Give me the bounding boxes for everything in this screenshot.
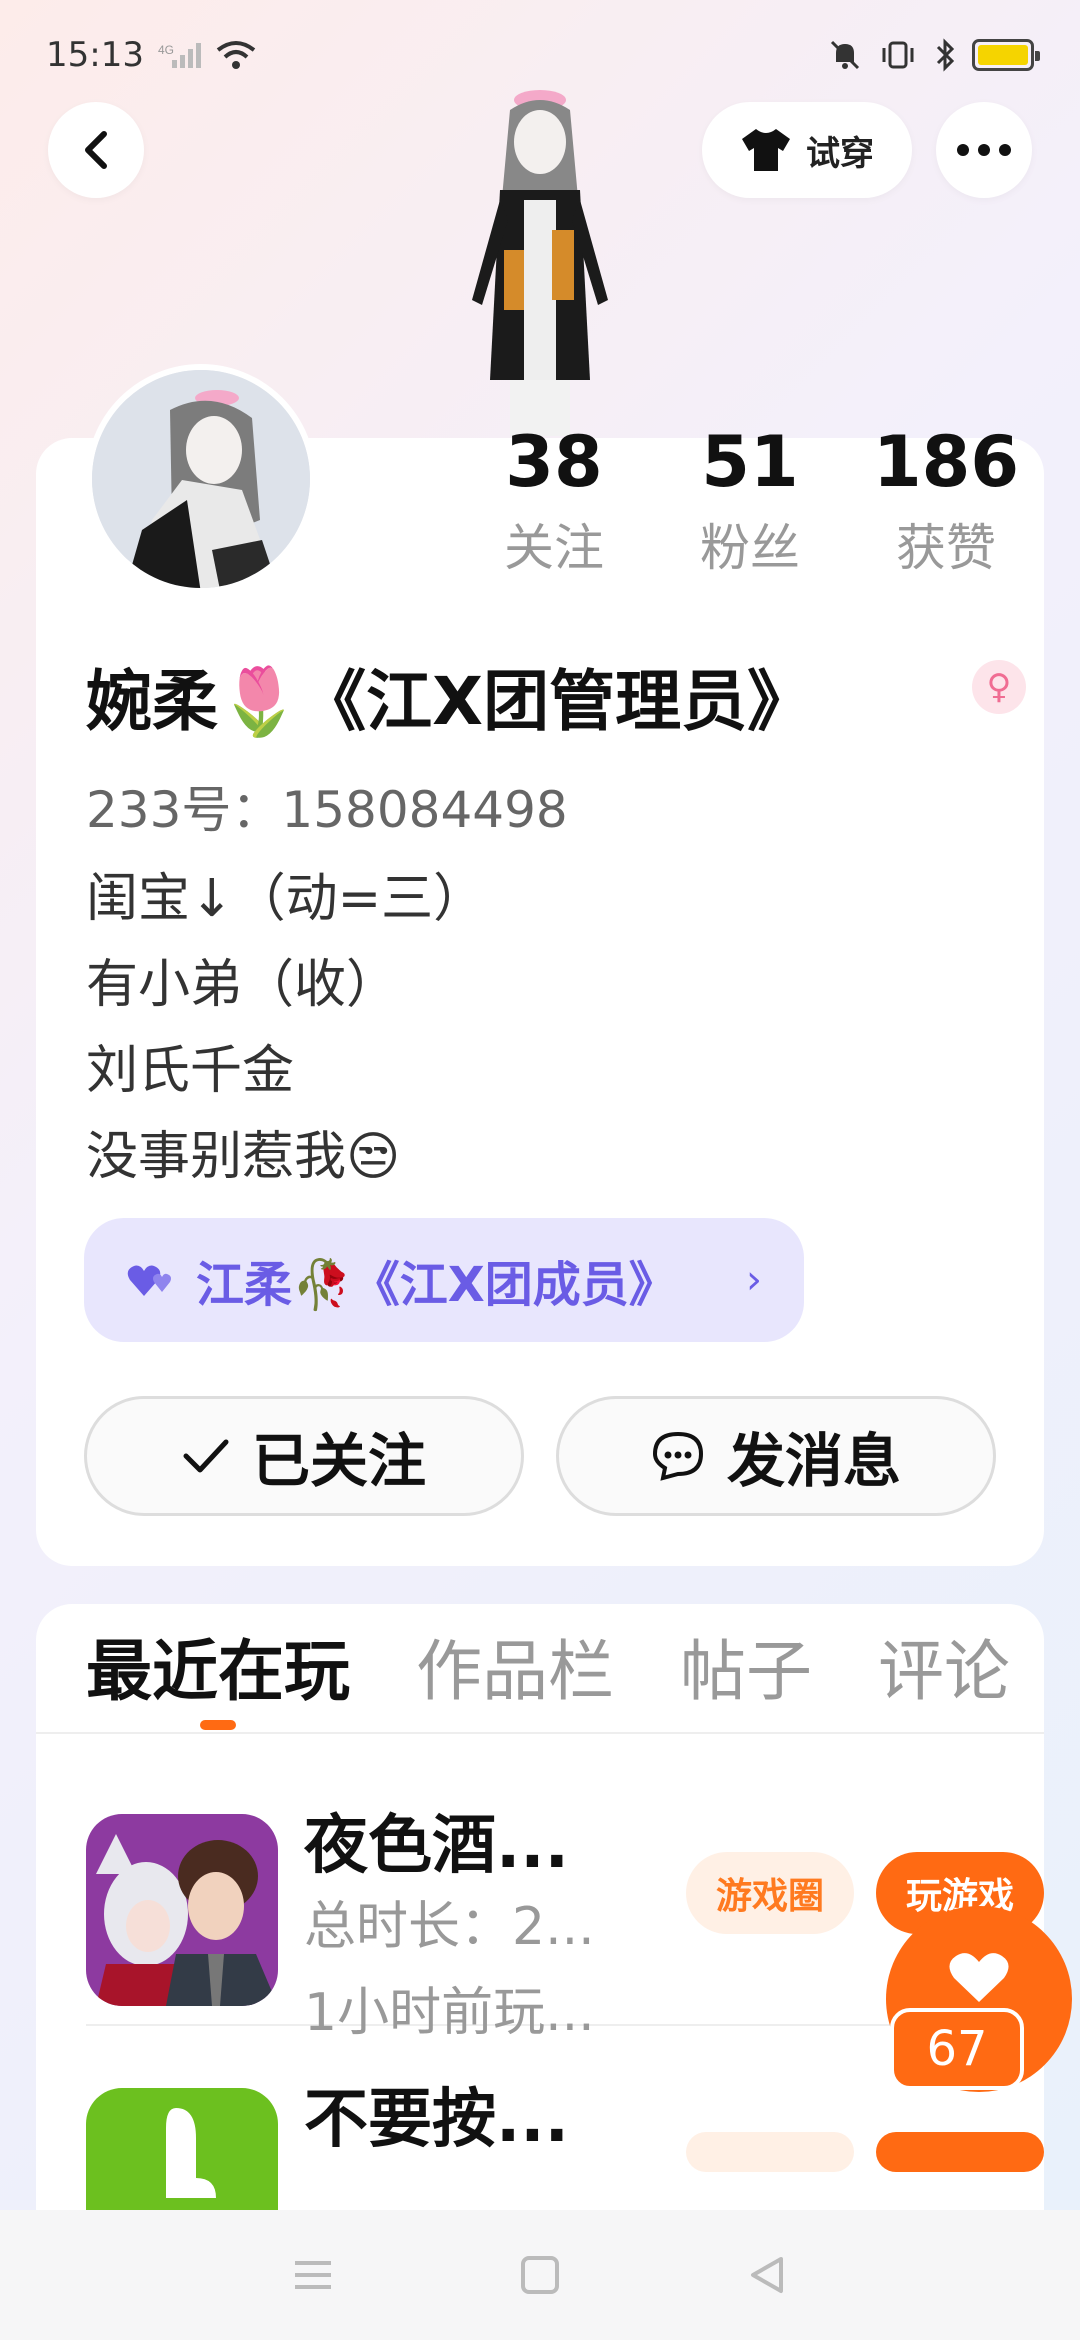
tab-comments[interactable]: 评论 [878, 1618, 1010, 1732]
tab-label: 评论 [878, 1633, 1010, 1710]
stats-row: 38 关注 51 粉丝 186 获赞 [456, 420, 1044, 580]
more-dots-icon [957, 144, 1011, 156]
like-count: 67 [890, 2008, 1024, 2090]
tab-label: 作品栏 [416, 1633, 614, 1710]
avatar-outfit-figure [472, 90, 608, 436]
chat-bubble-icon [652, 1431, 703, 1481]
stat-followers-value: 51 [701, 421, 799, 503]
bluetooth-icon [936, 38, 955, 72]
bio-line: 有小弟（收） [86, 955, 399, 1015]
user-id: 233号：158084498 [86, 781, 568, 839]
system-nav-bar [0, 2210, 1080, 2340]
try-on-label: 试穿 [806, 133, 874, 174]
game-title: 不要按... [304, 2083, 569, 2157]
active-tab-indicator [200, 1720, 236, 1730]
stat-following-label: 关注 [504, 519, 604, 577]
followed-button[interactable]: 已关注 [84, 1396, 524, 1516]
check-icon [183, 1439, 229, 1473]
bio-line: 闺宝↓（动=三） [86, 869, 486, 929]
game-title: 夜色酒... [304, 1809, 569, 1883]
tab-label: 帖子 [680, 1633, 812, 1710]
battery-icon [972, 39, 1040, 71]
more-button[interactable] [936, 102, 1032, 198]
send-message-label: 发消息 [726, 1427, 901, 1495]
bio-line: 没事别惹我😒 [86, 1127, 401, 1187]
hearts-icon [127, 1265, 171, 1296]
svg-text:4G: 4G [158, 43, 174, 57]
tshirt-icon [742, 129, 790, 171]
stat-following[interactable]: 38 关注 [456, 420, 652, 580]
group-label: 江柔🥀《江X团成员》 [196, 1257, 677, 1313]
try-on-button[interactable]: 试穿 [702, 102, 912, 198]
home-icon[interactable] [520, 2255, 560, 2295]
followed-label: 已关注 [251, 1427, 426, 1495]
play-game-button[interactable] [876, 2132, 1044, 2172]
menu-icon[interactable] [293, 2257, 333, 2293]
signal-icon: 4G [158, 43, 201, 68]
back-button[interactable] [48, 102, 144, 198]
profile-name-row: 婉柔🌷《江X团管理员》 ♀ [86, 648, 1026, 744]
game-list-item[interactable]: 夜色酒... 总时长：2... 1小时前玩... 游戏圈 玩游戏 [86, 1734, 1044, 2043]
game-circle-button[interactable]: 游戏圈 [686, 1852, 854, 1934]
bio-line: 刘氏千金 [86, 1041, 295, 1101]
send-message-button[interactable]: 发消息 [556, 1396, 996, 1516]
back-triangle-icon[interactable] [747, 2255, 787, 2295]
group-link[interactable]: 江柔🥀《江X团成员》 › [84, 1218, 804, 1342]
chevron-left-icon [85, 131, 107, 169]
game-duration: 总时长：2... [304, 1897, 595, 1957]
avatar-image [92, 370, 310, 588]
stat-likes-value: 186 [872, 421, 1020, 503]
bio: 闺宝↓（动=三） 有小弟（收） 刘氏千金 没事别惹我😒 [86, 856, 485, 1200]
status-right [828, 38, 1040, 72]
game-circle-button[interactable] [686, 2132, 854, 2172]
mute-bell-icon [830, 40, 860, 70]
tab-label: 最近在玩 [86, 1633, 350, 1710]
avatar[interactable] [86, 364, 316, 594]
game-cover-image [86, 1814, 278, 2006]
stat-followers[interactable]: 51 粉丝 [652, 420, 848, 580]
chevron-right-icon: › [746, 1257, 762, 1303]
heart-icon [949, 1953, 1009, 2002]
stat-likes-label: 获赞 [896, 519, 996, 577]
game-icon [86, 1814, 278, 2006]
profile-card: 38 关注 51 粉丝 186 获赞 婉柔🌷《江X团管理员》 ♀ 233号：15… [36, 364, 1044, 1566]
tab-recently-played[interactable]: 最近在玩 [86, 1618, 350, 1732]
profile-name: 婉柔🌷《江X团管理员》 [86, 663, 814, 740]
stat-followers-label: 粉丝 [700, 519, 800, 577]
vibrate-icon [882, 41, 914, 69]
status-left: 15:13 4G [46, 35, 256, 75]
stat-likes[interactable]: 186 获赞 [848, 420, 1044, 580]
tab-posts[interactable]: 帖子 [680, 1618, 812, 1732]
tab-works[interactable]: 作品栏 [416, 1618, 614, 1732]
stat-following-value: 38 [505, 421, 603, 503]
wifi-icon [216, 41, 256, 69]
tab-bar: 最近在玩 作品栏 帖子 评论 [36, 1604, 1044, 1734]
female-icon: ♀ [972, 660, 1026, 714]
status-time: 15:13 [46, 35, 144, 75]
